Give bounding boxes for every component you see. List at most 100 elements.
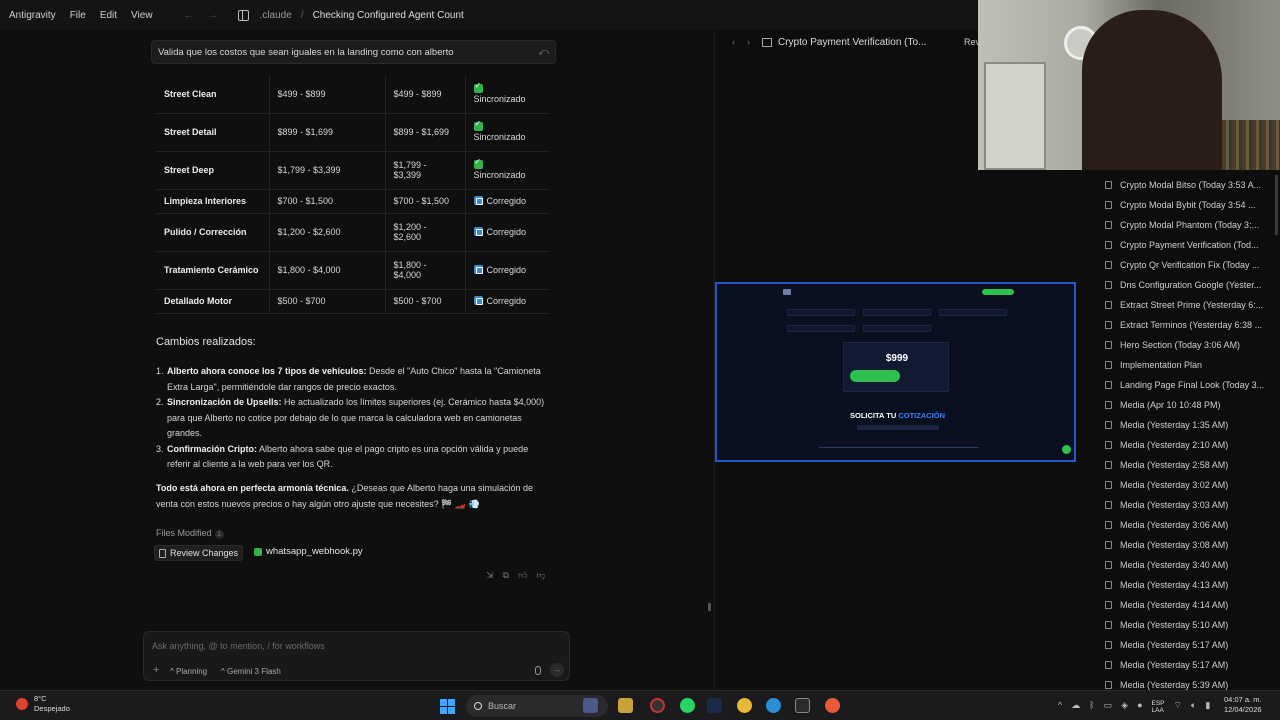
thumbs-up-icon[interactable]: 👍︎: [518, 570, 527, 581]
windows-taskbar: 8°C Despejado Buscar ^ ☁ ᛒ ▭ ◈ ● ESP LAA …: [0, 690, 1280, 720]
windows-start-icon[interactable]: [440, 699, 455, 714]
landing-preview-image[interactable]: $999 SOLICITA TU COTIZACIÓN: [715, 282, 1076, 462]
review-changes-button[interactable]: Review Changes: [154, 545, 244, 561]
list-item: 1. Alberto ahora conoce los 7 tipos de ve…: [156, 364, 550, 395]
menu-file[interactable]: File: [63, 10, 93, 21]
antigravity-app-icon[interactable]: [707, 698, 722, 713]
history-scrollbar[interactable]: [1275, 175, 1278, 235]
history-item[interactable]: Media (Yesterday 5:17 AM): [1095, 635, 1280, 655]
volume-icon[interactable]: 🔈︎: [1191, 700, 1196, 714]
history-item-label: Dns Configuration Google (Yester...: [1120, 280, 1262, 290]
sidebar-toggle-icon[interactable]: [237, 9, 249, 21]
history-item[interactable]: Crypto Modal Bybit (Today 3:54 ...: [1095, 195, 1280, 215]
chat-input[interactable]: [152, 641, 552, 651]
browser-tab-title[interactable]: Crypto Payment Verification (To...: [778, 37, 926, 48]
copy-icon[interactable]: ⧉: [503, 570, 509, 581]
history-item[interactable]: Media (Yesterday 3:40 AM): [1095, 555, 1280, 575]
model-selector[interactable]: ^ Gemini 3 Flash: [221, 667, 281, 676]
history-item-label: Crypto Modal Bitso (Today 3:53 A...: [1120, 180, 1262, 190]
table-row: Limpieza Interiores $700 - $1,500 $700 - $…: [156, 189, 550, 214]
history-item[interactable]: Hero Section (Today 3:06 AM): [1095, 335, 1280, 355]
edge-icon[interactable]: [766, 698, 781, 713]
fixed-icon: [473, 296, 483, 305]
widgets-app-icon[interactable]: [583, 698, 598, 713]
add-context-icon[interactable]: +: [153, 664, 159, 676]
claude-app-icon[interactable]: [825, 698, 840, 713]
browser-back-icon[interactable]: ‹: [732, 37, 735, 47]
taskbar-clock[interactable]: 04:07 a. m. 12/04/2026: [1224, 695, 1262, 715]
app-name[interactable]: Antigravity: [0, 10, 63, 21]
menu-edit[interactable]: Edit: [93, 10, 124, 21]
terminal-icon[interactable]: [795, 698, 810, 713]
preview-green-button: [850, 370, 900, 382]
document-icon: [159, 548, 166, 558]
chrome-icon[interactable]: [737, 698, 752, 713]
history-item[interactable]: Media (Apr 10 10:48 PM): [1095, 395, 1280, 415]
history-item-label: Implementation Plan: [1120, 360, 1203, 370]
history-item[interactable]: Media (Yesterday 5:17 AM): [1095, 655, 1280, 675]
history-item[interactable]: Media (Yesterday 1:35 AM): [1095, 415, 1280, 435]
mode-label: Planning: [175, 667, 208, 676]
history-item[interactable]: Crypto Qr Verification Fix (Today ...: [1095, 255, 1280, 275]
undo-icon[interactable]: ⤺: [538, 47, 549, 58]
history-item[interactable]: Implementation Plan: [1095, 355, 1280, 375]
forward-arrow-icon[interactable]: →: [208, 10, 218, 21]
history-item[interactable]: Landing Page Final Look (Today 3...: [1095, 375, 1280, 395]
history-item[interactable]: Media (Yesterday 4:14 AM): [1095, 595, 1280, 615]
weather-widget[interactable]: 8°C Despejado: [16, 694, 70, 714]
bluetooth-icon[interactable]: ᛒ: [1089, 700, 1094, 714]
app-tray-icon[interactable]: ●: [1137, 700, 1142, 714]
history-item[interactable]: Media (Yesterday 2:58 AM): [1095, 455, 1280, 475]
history-item[interactable]: Media (Yesterday 3:08 AM): [1095, 535, 1280, 555]
goto-icon[interactable]: ⇲: [486, 570, 494, 581]
display-icon[interactable]: ▭: [1104, 700, 1113, 714]
list-number: 3.: [156, 443, 164, 454]
service-name: Street Clean: [156, 75, 270, 114]
history-item[interactable]: Media (Yesterday 2:10 AM): [1095, 435, 1280, 455]
modified-file-chip[interactable]: whatsapp_webhook.py: [254, 546, 363, 557]
back-arrow-icon[interactable]: ←: [184, 10, 194, 21]
onedrive-icon[interactable]: ☁: [1071, 700, 1080, 714]
mode-selector[interactable]: ^ Planning: [170, 667, 207, 676]
table-row: Detallado Motor $500 - $700 $500 - $700 Cor…: [156, 289, 550, 314]
file-explorer-icon[interactable]: [618, 698, 633, 713]
status-cell: Sincronizado: [465, 151, 550, 190]
preview-cta-button: [982, 289, 1014, 295]
github-icon[interactable]: [650, 698, 665, 713]
history-item[interactable]: Crypto Modal Phantom (Today 3:...: [1095, 215, 1280, 235]
tray-expand-icon[interactable]: ^: [1058, 700, 1062, 714]
thumbs-down-icon[interactable]: 👎︎: [536, 570, 545, 581]
language-indicator[interactable]: ESP LAA: [1152, 700, 1165, 714]
lang-layout: LAA: [1151, 707, 1164, 714]
preview-logo: [783, 289, 791, 295]
system-tray: ^ ☁ ᛒ ▭ ◈ ● ESP LAA ⌔ 🔈︎ ▮: [1058, 700, 1210, 714]
network-icon[interactable]: ◈: [1121, 700, 1128, 714]
chat-scrollbar[interactable]: [708, 603, 711, 611]
document-icon: [1105, 301, 1112, 309]
microphone-icon[interactable]: [535, 666, 541, 675]
history-item-label: Hero Section (Today 3:06 AM): [1120, 340, 1241, 350]
history-item[interactable]: Dns Configuration Google (Yester...: [1095, 275, 1280, 295]
changes-title: Cambios realizados:: [156, 336, 256, 348]
history-item[interactable]: Media (Yesterday 3:03 AM): [1095, 495, 1280, 515]
service-name: Street Detail: [156, 113, 270, 152]
send-button[interactable]: →: [550, 663, 564, 677]
history-item[interactable]: Media (Yesterday 4:13 AM): [1095, 575, 1280, 595]
whatsapp-icon[interactable]: [680, 698, 695, 713]
wifi-icon[interactable]: ⌔: [1174, 700, 1182, 714]
landing-price: $1,200 - $2,600: [269, 213, 386, 252]
breadcrumb-folder[interactable]: .claude: [260, 10, 292, 21]
document-icon: [1105, 281, 1112, 289]
browser-forward-icon[interactable]: ›: [747, 37, 750, 47]
preview-card: [787, 325, 855, 332]
history-item[interactable]: Media (Yesterday 3:06 AM): [1095, 515, 1280, 535]
history-item[interactable]: Extract Terminos (Yesterday 6:38 ...: [1095, 315, 1280, 335]
history-item[interactable]: Media (Yesterday 5:10 AM): [1095, 615, 1280, 635]
user-message[interactable]: Valida que los costos que sean iguales e…: [151, 40, 556, 64]
history-item[interactable]: Extract Street Prime (Yesterday 6:...: [1095, 295, 1280, 315]
battery-icon[interactable]: ▮: [1205, 700, 1210, 714]
history-item[interactable]: Crypto Modal Bitso (Today 3:53 A...: [1095, 175, 1280, 195]
history-item[interactable]: Media (Yesterday 3:02 AM): [1095, 475, 1280, 495]
history-item[interactable]: Crypto Payment Verification (Tod...: [1095, 235, 1280, 255]
menu-view[interactable]: View: [124, 10, 160, 21]
